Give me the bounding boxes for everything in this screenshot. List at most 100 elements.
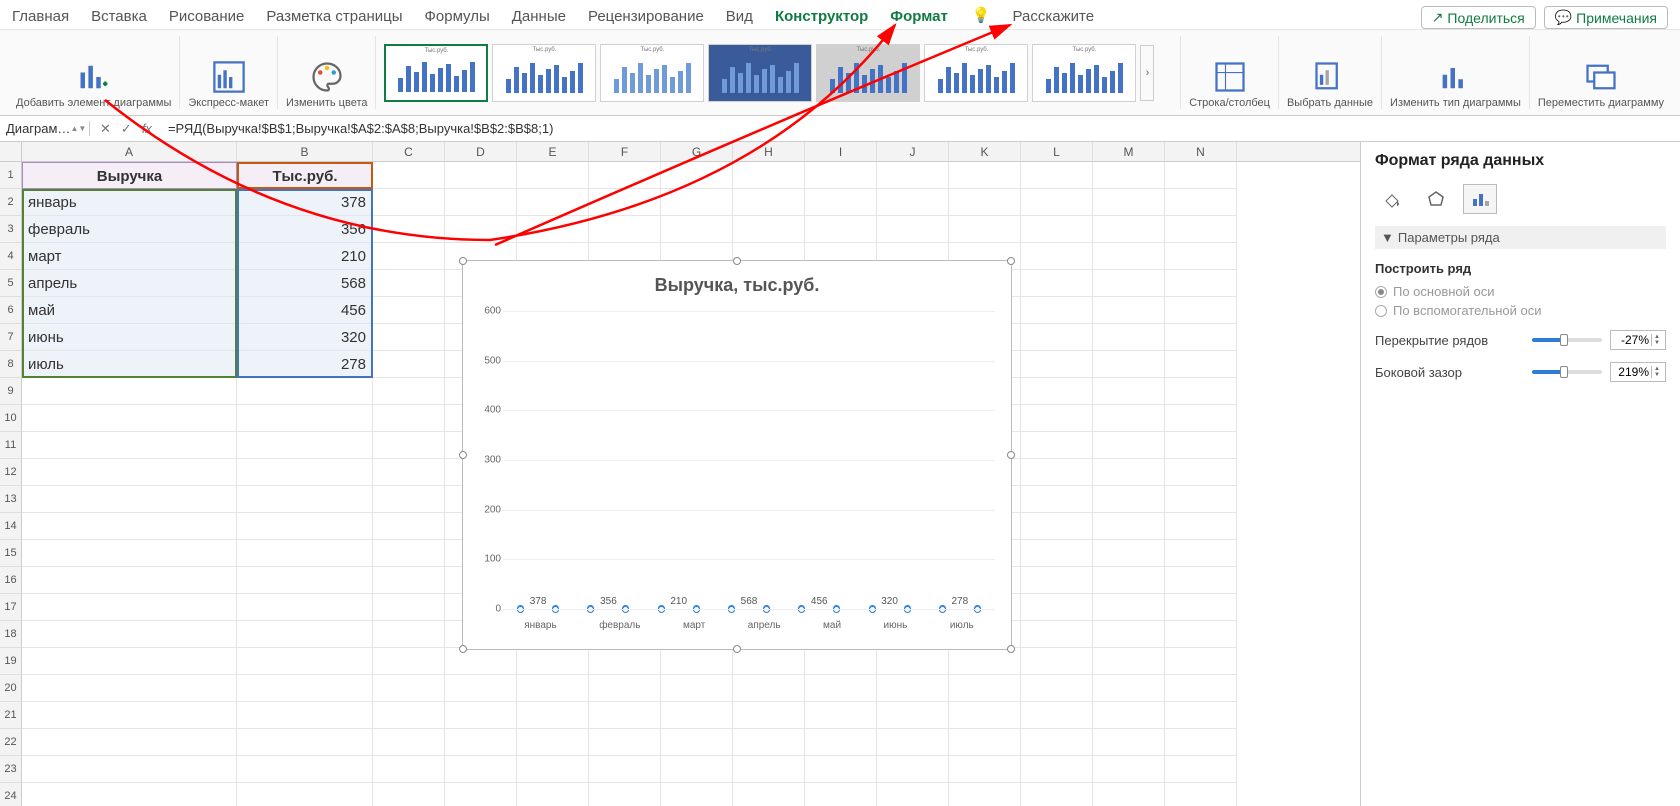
cell-B15[interactable]: [237, 540, 373, 567]
cell-L23[interactable]: [1021, 756, 1093, 783]
cell-J20[interactable]: [877, 675, 949, 702]
menu-item-формат[interactable]: Формат: [890, 6, 948, 31]
cell-L18[interactable]: [1021, 621, 1093, 648]
cell-D20[interactable]: [445, 675, 517, 702]
row-header-18[interactable]: 18: [0, 621, 22, 648]
cell-N19[interactable]: [1165, 648, 1237, 675]
cell-G1[interactable]: [661, 162, 733, 189]
cell-C5[interactable]: [373, 270, 445, 297]
column-header-M[interactable]: M: [1093, 142, 1165, 161]
cell-A23[interactable]: [22, 756, 237, 783]
cell-K2[interactable]: [949, 189, 1021, 216]
cell-A13[interactable]: [22, 486, 237, 513]
cell-N9[interactable]: [1165, 378, 1237, 405]
cell-C21[interactable]: [373, 702, 445, 729]
column-header-L[interactable]: L: [1021, 142, 1093, 161]
cell-L20[interactable]: [1021, 675, 1093, 702]
cell-B19[interactable]: [237, 648, 373, 675]
cell-I20[interactable]: [805, 675, 877, 702]
chart-style-4[interactable]: Тыс.руб.: [708, 44, 812, 102]
cell-G2[interactable]: [661, 189, 733, 216]
cell-A11[interactable]: [22, 432, 237, 459]
cell-N1[interactable]: [1165, 162, 1237, 189]
menu-item-главная[interactable]: Главная: [12, 6, 69, 31]
row-header-17[interactable]: 17: [0, 594, 22, 621]
row-header-9[interactable]: 9: [0, 378, 22, 405]
cell-A2[interactable]: январь: [22, 189, 237, 216]
cell-B16[interactable]: [237, 567, 373, 594]
accept-formula-icon[interactable]: ✓: [121, 121, 132, 137]
cell-C18[interactable]: [373, 621, 445, 648]
cell-M23[interactable]: [1093, 756, 1165, 783]
cell-A8[interactable]: июль: [22, 351, 237, 378]
row-header-21[interactable]: 21: [0, 702, 22, 729]
row-header-2[interactable]: 2: [0, 189, 22, 216]
change-colors-button[interactable]: Изменить цвета: [278, 36, 376, 109]
series-overlap-slider[interactable]: [1532, 338, 1602, 342]
cell-M11[interactable]: [1093, 432, 1165, 459]
cell-F21[interactable]: [589, 702, 661, 729]
cell-L4[interactable]: [1021, 243, 1093, 270]
cell-J3[interactable]: [877, 216, 949, 243]
cell-J19[interactable]: [877, 648, 949, 675]
switch-row-column-button[interactable]: Строка/столбец: [1181, 36, 1279, 109]
menu-item-вставка[interactable]: Вставка: [91, 6, 147, 31]
quick-layout-button[interactable]: Экспресс-макет: [180, 36, 278, 109]
chart-style-1[interactable]: Тыс.руб.: [384, 44, 488, 102]
cell-C17[interactable]: [373, 594, 445, 621]
cell-D24[interactable]: [445, 783, 517, 806]
cell-M2[interactable]: [1093, 189, 1165, 216]
cell-H24[interactable]: [733, 783, 805, 806]
row-header-16[interactable]: 16: [0, 567, 22, 594]
cell-C12[interactable]: [373, 459, 445, 486]
cell-C1[interactable]: [373, 162, 445, 189]
cell-N20[interactable]: [1165, 675, 1237, 702]
cell-M14[interactable]: [1093, 513, 1165, 540]
cell-B20[interactable]: [237, 675, 373, 702]
row-header-8[interactable]: 8: [0, 351, 22, 378]
menu-item-вид[interactable]: Вид: [726, 6, 753, 31]
cell-L3[interactable]: [1021, 216, 1093, 243]
cell-L15[interactable]: [1021, 540, 1093, 567]
cell-L5[interactable]: [1021, 270, 1093, 297]
cell-A21[interactable]: [22, 702, 237, 729]
column-header-H[interactable]: H: [733, 142, 805, 161]
cell-C7[interactable]: [373, 324, 445, 351]
cell-N16[interactable]: [1165, 567, 1237, 594]
cell-I22[interactable]: [805, 729, 877, 756]
cell-N15[interactable]: [1165, 540, 1237, 567]
row-header-11[interactable]: 11: [0, 432, 22, 459]
column-header-K[interactable]: K: [949, 142, 1021, 161]
cell-B17[interactable]: [237, 594, 373, 621]
cancel-formula-icon[interactable]: ✕: [100, 121, 111, 137]
fill-line-tab[interactable]: [1375, 184, 1409, 214]
cell-H19[interactable]: [733, 648, 805, 675]
menu-item-рецензирование[interactable]: Рецензирование: [588, 6, 704, 31]
cell-E2[interactable]: [517, 189, 589, 216]
name-box[interactable]: Диаграм…▲▼: [0, 121, 90, 136]
cell-K20[interactable]: [949, 675, 1021, 702]
menu-item-данные[interactable]: Данные: [512, 6, 566, 31]
row-header-5[interactable]: 5: [0, 270, 22, 297]
embedded-chart[interactable]: Выручка, тыс.руб. 0100200300400500600 37…: [462, 260, 1012, 650]
cell-A18[interactable]: [22, 621, 237, 648]
cell-M21[interactable]: [1093, 702, 1165, 729]
cell-B18[interactable]: [237, 621, 373, 648]
row-header-19[interactable]: 19: [0, 648, 22, 675]
cell-L22[interactable]: [1021, 729, 1093, 756]
cell-M22[interactable]: [1093, 729, 1165, 756]
cell-F24[interactable]: [589, 783, 661, 806]
cell-M4[interactable]: [1093, 243, 1165, 270]
cell-A24[interactable]: [22, 783, 237, 806]
column-header-A[interactable]: A: [22, 142, 237, 161]
cell-L21[interactable]: [1021, 702, 1093, 729]
column-header-N[interactable]: N: [1165, 142, 1237, 161]
cell-C3[interactable]: [373, 216, 445, 243]
cell-L17[interactable]: [1021, 594, 1093, 621]
cell-I1[interactable]: [805, 162, 877, 189]
cell-M9[interactable]: [1093, 378, 1165, 405]
tell-me-input[interactable]: Расскажите: [1013, 6, 1095, 31]
cell-I24[interactable]: [805, 783, 877, 806]
row-header-23[interactable]: 23: [0, 756, 22, 783]
column-header-I[interactable]: I: [805, 142, 877, 161]
